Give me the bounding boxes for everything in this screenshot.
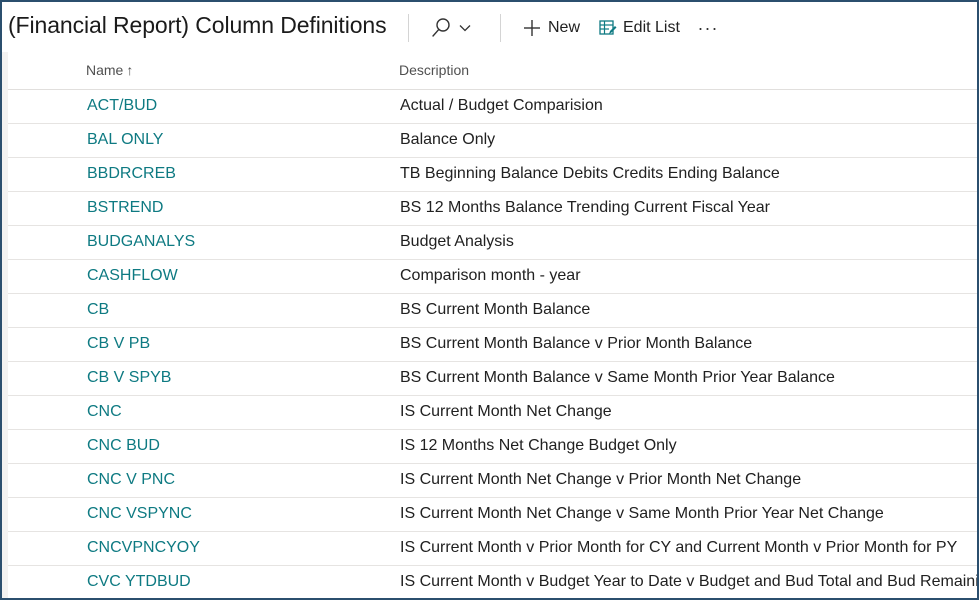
table-row[interactable]: BAL ONLY Balance Only xyxy=(8,124,977,158)
table-row[interactable]: BSTREND BS 12 Months Balance Trending Cu… xyxy=(8,192,977,226)
row-name-link[interactable]: CNC BUD xyxy=(87,437,160,455)
table-row[interactable]: CB BS Current Month Balance xyxy=(8,294,977,328)
row-description: Balance Only xyxy=(400,131,496,148)
table-row[interactable]: CB V SPYB BS Current Month Balance v Sam… xyxy=(8,362,977,396)
plus-icon xyxy=(524,20,540,36)
sort-ascending-icon: ↑ xyxy=(126,62,134,78)
table-row[interactable]: CNCVPNCYOY IS Current Month v Prior Mont… xyxy=(8,532,977,566)
row-description: BS Current Month Balance v Same Month Pr… xyxy=(400,369,835,386)
row-description: IS Current Month v Prior Month for CY an… xyxy=(400,539,958,556)
column-header-name[interactable]: Name ↑ xyxy=(86,62,133,78)
table-row[interactable]: CNC V PNC IS Current Month Net Change v … xyxy=(8,464,977,498)
table-row[interactable]: CNC BUD IS 12 Months Net Change Budget O… xyxy=(8,430,977,464)
table-row[interactable]: CVC YTDBUD IS Current Month v Budget Yea… xyxy=(8,566,979,598)
row-name-link[interactable]: CNCVPNCYOY xyxy=(87,539,200,557)
list-column-header: Name ↑ Description xyxy=(8,52,977,90)
header-divider xyxy=(408,14,409,42)
page-title: (Financial Report) Column Definitions xyxy=(8,12,387,38)
row-name-link[interactable]: CASHFLOW xyxy=(87,267,178,285)
row-description: BS Current Month Balance xyxy=(400,301,591,318)
row-name-link[interactable]: CNC V PNC xyxy=(87,471,175,489)
row-description: BS 12 Months Balance Trending Current Fi… xyxy=(400,199,770,216)
app-frame: (Financial Report) Column Definitions Ne… xyxy=(0,0,979,600)
row-description: TB Beginning Balance Debits Credits Endi… xyxy=(400,165,780,182)
edit-list-button[interactable]: Edit List xyxy=(599,14,680,42)
row-description: BS Current Month Balance v Prior Month B… xyxy=(400,335,753,352)
new-button-label: New xyxy=(548,19,581,36)
edit-list-icon xyxy=(599,20,617,35)
column-header-description[interactable]: Description xyxy=(399,62,469,78)
list-rows: ACT/BUD Actual / Budget Comparision BAL … xyxy=(8,90,979,598)
row-description: IS Current Month Net Change xyxy=(400,403,612,420)
table-row[interactable]: CASHFLOW Comparison month - year xyxy=(8,260,977,294)
row-name-link[interactable]: BAL ONLY xyxy=(87,131,163,149)
row-description: IS Current Month Net Change v Same Month… xyxy=(400,505,884,522)
search-button[interactable] xyxy=(430,14,480,42)
column-header-name-label: Name xyxy=(86,62,124,78)
table-row[interactable]: CNC IS Current Month Net Change xyxy=(8,396,977,430)
row-name-link[interactable]: CNC VSPYNC xyxy=(87,505,192,523)
table-row[interactable]: CB V PB BS Current Month Balance v Prior… xyxy=(8,328,977,362)
more-options-button[interactable]: ··· xyxy=(696,14,720,42)
row-name-link[interactable]: CB V SPYB xyxy=(87,369,171,387)
table-row[interactable]: CNC VSPYNC IS Current Month Net Change v… xyxy=(8,498,977,532)
row-name-link[interactable]: BUDGANALYS xyxy=(87,233,195,251)
row-description: Actual / Budget Comparision xyxy=(400,97,603,114)
row-name-link[interactable]: CNC xyxy=(87,403,122,421)
row-description: IS 12 Months Net Change Budget Only xyxy=(400,437,677,454)
search-icon xyxy=(432,18,450,37)
row-name-link[interactable]: ACT/BUD xyxy=(87,97,157,115)
row-description: Comparison month - year xyxy=(400,267,581,284)
table-row[interactable]: BBDRCREB TB Beginning Balance Debits Cre… xyxy=(8,158,977,192)
row-name-link[interactable]: BSTREND xyxy=(87,199,163,217)
row-name-link[interactable]: CB V PB xyxy=(87,335,150,353)
row-name-link[interactable]: CVC YTDBUD xyxy=(87,573,191,591)
row-name-link[interactable]: CB xyxy=(87,301,109,319)
chevron-down-icon xyxy=(459,25,471,32)
edit-list-button-label: Edit List xyxy=(623,19,680,36)
row-description: IS Current Month Net Change v Prior Mont… xyxy=(400,471,802,488)
table-row[interactable]: BUDGANALYS Budget Analysis xyxy=(8,226,977,260)
row-description: Budget Analysis xyxy=(400,233,514,250)
row-name-link[interactable]: BBDRCREB xyxy=(87,165,176,183)
row-description: IS Current Month v Budget Year to Date v… xyxy=(400,573,979,590)
header-divider xyxy=(500,14,501,42)
page-header: (Financial Report) Column Definitions Ne… xyxy=(2,2,977,52)
new-button[interactable]: New xyxy=(522,14,580,42)
table-row[interactable]: ACT/BUD Actual / Budget Comparision xyxy=(8,90,977,124)
column-definitions-list: Name ↑ Description ACT/BUD Actual / Budg… xyxy=(8,52,977,598)
